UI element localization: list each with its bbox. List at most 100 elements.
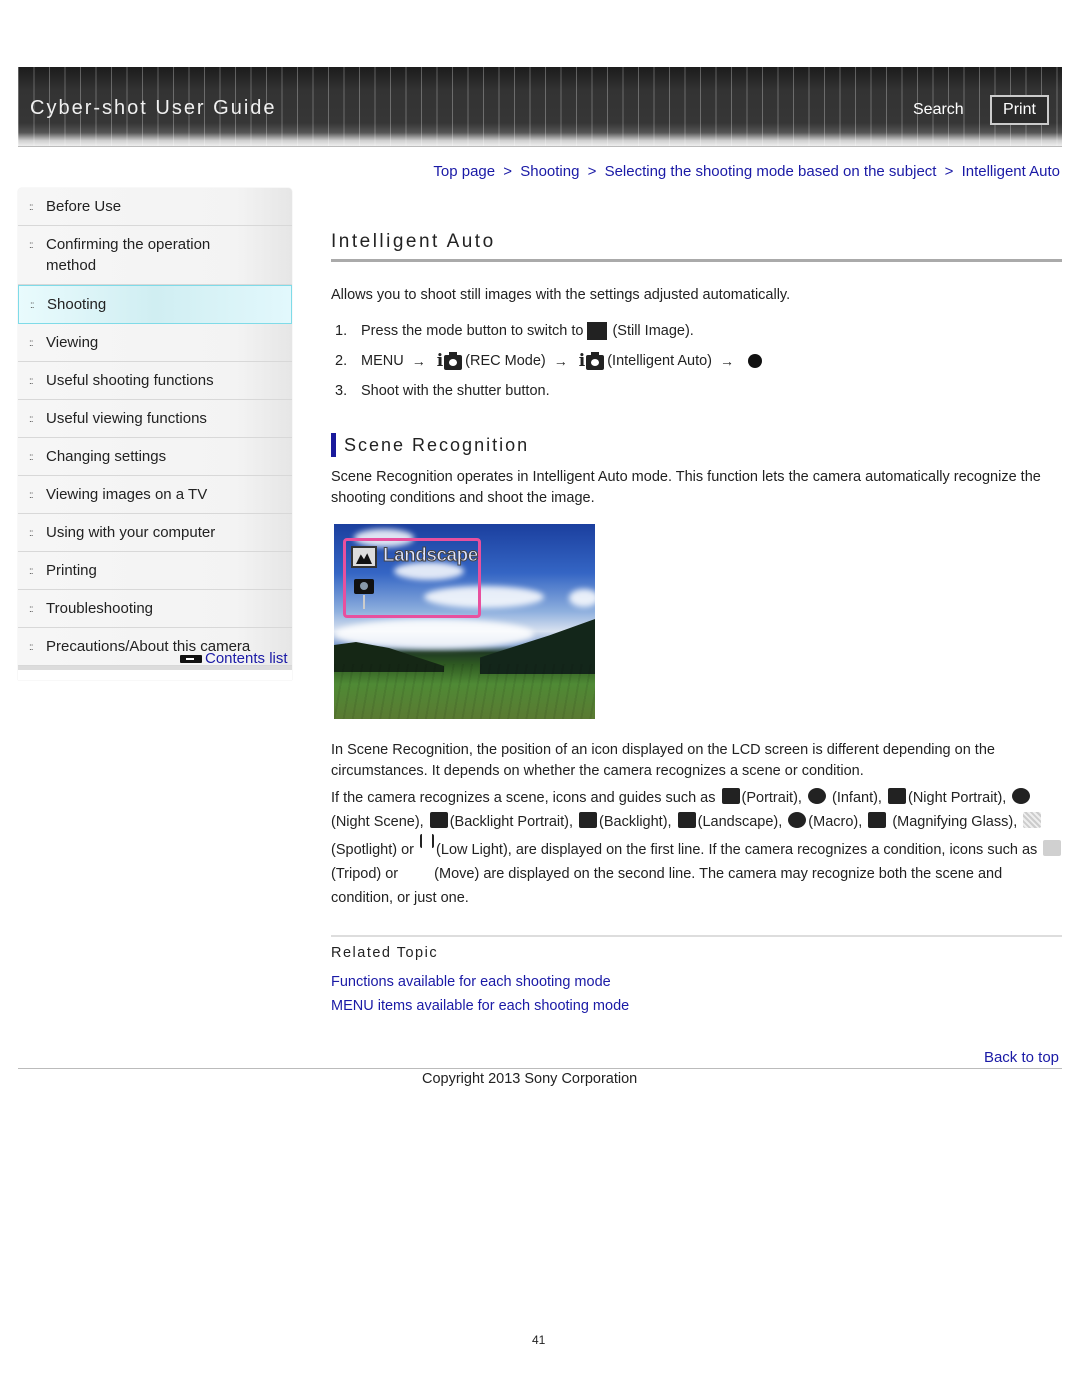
bullet-icon: :: bbox=[29, 566, 33, 577]
section-paragraph: In Scene Recognition, the position of an… bbox=[331, 742, 995, 779]
sidebar-item-viewing[interactable]: :: Viewing bbox=[18, 324, 292, 362]
lcd-screen-illustration: Landscape bbox=[334, 524, 595, 719]
sidebar-item-changing-settings[interactable]: :: Changing settings bbox=[18, 438, 292, 476]
contents-list-label: Contents list bbox=[205, 650, 288, 667]
related-links: Functions available for each shooting mo… bbox=[331, 970, 629, 1018]
bullet-icon: :: bbox=[29, 528, 33, 539]
arrow-right-icon: → bbox=[553, 353, 568, 369]
tripod-icon bbox=[363, 595, 365, 609]
low-light-icon bbox=[420, 834, 435, 848]
arrow-right-icon: → bbox=[720, 353, 735, 369]
intro-text: Allows you to shoot still images with th… bbox=[331, 287, 791, 303]
title-divider bbox=[331, 259, 1062, 262]
rec-mode-icon: i bbox=[437, 351, 463, 370]
intelligent-auto-icon: i bbox=[579, 351, 605, 370]
text: (Night Portrait), bbox=[908, 790, 1007, 806]
bullet-icon: :: bbox=[29, 604, 33, 615]
arrow-right-icon: → bbox=[411, 353, 426, 369]
menu-label: MENU bbox=[361, 353, 404, 369]
bullet-icon: :: bbox=[29, 642, 33, 653]
scene-label: Landscape bbox=[383, 545, 479, 567]
sidebar-item-label: Changing settings bbox=[46, 448, 167, 465]
contents-list-icon bbox=[180, 654, 202, 663]
sidebar-item-troubleshooting[interactable]: :: Troubleshooting bbox=[18, 590, 292, 628]
sidebar-footer bbox=[18, 666, 292, 680]
breadcrumb-intelligent-auto[interactable]: Intelligent Auto bbox=[962, 163, 1060, 180]
text: (Backlight), bbox=[599, 814, 672, 830]
text: (Tripod) or bbox=[331, 866, 399, 882]
text: (Low Light), are displayed on the first … bbox=[436, 842, 1038, 858]
sidebar-item-viewing-tv[interactable]: :: Viewing images on a TV bbox=[18, 476, 292, 514]
sidebar-item-confirming-operation[interactable]: :: Confirming the operation method bbox=[18, 226, 292, 285]
step-2: 2. MENU → i (REC Mode) → i (Intelligent … bbox=[335, 346, 763, 376]
breadcrumb-selecting-mode[interactable]: Selecting the shooting mode based on the… bbox=[605, 163, 937, 180]
scene-icons-paragraph: If the camera recognizes a scene, icons … bbox=[331, 786, 1066, 910]
guide-title: Cyber-shot User Guide bbox=[30, 97, 277, 119]
spotlight-icon bbox=[1023, 812, 1042, 828]
sidebar-item-shooting[interactable]: :: Shooting bbox=[18, 285, 292, 324]
backlight-portrait-icon bbox=[429, 812, 448, 828]
night-scene-icon bbox=[1012, 788, 1031, 804]
related-topic-heading: Related Topic bbox=[331, 945, 439, 961]
header-divider bbox=[18, 146, 1062, 147]
bullet-icon: :: bbox=[29, 202, 33, 213]
step-text: Press the mode button to switch to bbox=[361, 323, 584, 339]
landscape-icon bbox=[677, 812, 696, 828]
contents-list-link[interactable]: Contents list bbox=[180, 650, 288, 667]
text: (Night Scene), bbox=[331, 814, 424, 830]
sidebar-item-useful-viewing[interactable]: :: Useful viewing functions bbox=[18, 400, 292, 438]
sidebar-item-label: Useful shooting functions bbox=[46, 372, 214, 389]
portrait-icon bbox=[721, 788, 740, 804]
header-banner: Cyber-shot User Guide Search Print bbox=[18, 67, 1062, 147]
sidebar-item-label: Before Use bbox=[46, 198, 122, 215]
text: (Macro), bbox=[808, 814, 863, 830]
move-icon bbox=[404, 864, 432, 880]
steps-list: 1. Press the mode button to switch to (S… bbox=[335, 316, 763, 406]
breadcrumb-top-page[interactable]: Top page bbox=[433, 163, 495, 180]
step-number: 3. bbox=[335, 383, 348, 399]
text: (Landscape), bbox=[697, 814, 783, 830]
sidebar-item-before-use[interactable]: :: Before Use bbox=[18, 188, 292, 226]
macro-icon bbox=[788, 812, 807, 828]
sidebar-item-label: Using with your computer bbox=[46, 524, 216, 541]
sidebar-item-printing[interactable]: :: Printing bbox=[18, 552, 292, 590]
landscape-icon bbox=[351, 546, 377, 568]
search-link[interactable]: Search bbox=[913, 101, 964, 119]
bullet-icon: :: bbox=[29, 452, 33, 463]
sidebar-item-label: Confirming the operation method bbox=[46, 236, 211, 274]
section-paragraph: Scene Recognition operates in Intelligen… bbox=[331, 469, 1041, 506]
step-3: 3. Shoot with the shutter button. bbox=[335, 376, 762, 406]
bullet-icon: :: bbox=[30, 300, 34, 311]
print-button[interactable]: Print bbox=[990, 95, 1049, 125]
section-heading: Scene Recognition bbox=[331, 433, 529, 457]
breadcrumb-shooting[interactable]: Shooting bbox=[520, 163, 579, 180]
bullet-icon: :: bbox=[29, 338, 33, 349]
center-button-icon bbox=[748, 354, 763, 368]
bullet-icon: :: bbox=[29, 490, 33, 501]
tripod-icon bbox=[1043, 840, 1062, 856]
sidebar-item-label: Printing bbox=[46, 562, 97, 579]
scene-recognition-frame: Landscape bbox=[343, 538, 481, 618]
sidebar-item-computer[interactable]: :: Using with your computer bbox=[18, 514, 292, 552]
breadcrumb: Top page > Shooting > Selecting the shoo… bbox=[433, 163, 1060, 180]
step-number: 1. bbox=[335, 323, 348, 339]
breadcrumb-separator: > bbox=[503, 163, 513, 180]
page-title: Intelligent Auto bbox=[331, 231, 496, 252]
rec-mode-label: (REC Mode) bbox=[465, 353, 546, 369]
related-link-menu-items[interactable]: MENU items available for each shooting m… bbox=[331, 994, 629, 1018]
step-number: 2. bbox=[335, 353, 348, 369]
back-to-top-link[interactable]: Back to top bbox=[984, 1049, 1059, 1066]
bullet-icon: :: bbox=[29, 414, 33, 425]
step-text: (Still Image). bbox=[612, 323, 694, 339]
sidebar-item-label: Useful viewing functions bbox=[46, 410, 207, 427]
related-link-functions[interactable]: Functions available for each shooting mo… bbox=[331, 970, 629, 994]
step-1: 1. Press the mode button to switch to (S… bbox=[335, 316, 762, 346]
text: (Infant), bbox=[832, 790, 882, 806]
text: If the camera recognizes a scene, icons … bbox=[331, 790, 716, 806]
night-portrait-icon bbox=[888, 788, 906, 804]
footer-divider bbox=[18, 1068, 1062, 1069]
breadcrumb-separator: > bbox=[944, 163, 954, 180]
text: (Portrait), bbox=[741, 790, 802, 806]
sidebar-item-useful-shooting[interactable]: :: Useful shooting functions bbox=[18, 362, 292, 400]
magnifying-glass-icon bbox=[868, 812, 887, 828]
